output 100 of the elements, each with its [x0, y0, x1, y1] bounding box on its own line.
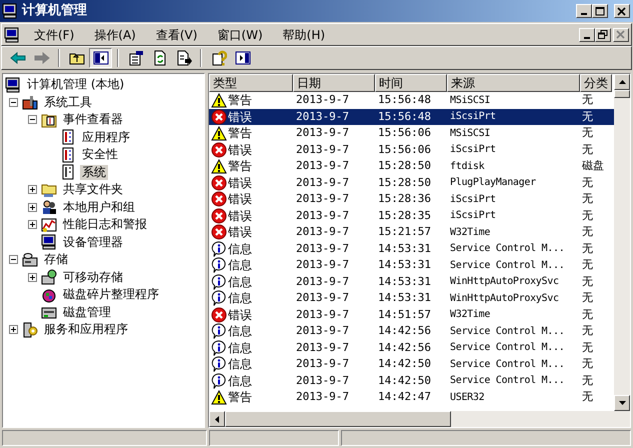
event-date: 2013-9-7 [295, 142, 350, 158]
tree-item[interactable]: 磁盘碎片整理程序 [61, 287, 161, 302]
event-type: 警告 [228, 389, 252, 406]
event-time: 14:42:56 [377, 323, 432, 339]
menu-item[interactable]: 帮助(H) [272, 26, 336, 44]
event-time: 15:28:36 [377, 191, 432, 207]
restore-button[interactable] [595, 28, 611, 42]
error-icon [211, 174, 227, 191]
expand-toggle[interactable] [28, 202, 37, 212]
event-row[interactable]: 错误 2013-9-7 15:21:57 W32Time 无 [209, 224, 614, 240]
event-date: 2013-9-7 [295, 125, 350, 141]
event-row[interactable]: 错误 2013-9-7 15:56:06 iScsiPrt 无 [209, 142, 614, 158]
toolbar-button[interactable] [89, 48, 112, 68]
event-row[interactable]: 信息 2013-9-7 14:53:31 Service Control M... 无 [209, 240, 614, 257]
event-date: 2013-9-7 [295, 92, 350, 108]
error-icon [211, 208, 227, 224]
expand-toggle[interactable] [9, 255, 18, 264]
tree-item[interactable]: 共享文件夹 [61, 182, 125, 198]
forward-arrow-icon [34, 52, 50, 64]
minimize-button[interactable] [579, 28, 595, 42]
event-row[interactable]: 信息 2013-9-7 14:53:31 WinHttpAutoProxySvc 无 [209, 274, 614, 290]
event-type: 错误 [228, 191, 252, 208]
event-category: 无 [581, 274, 594, 290]
event-row[interactable]: 信息 2013-9-7 14:42:50 Service Control M... 无 [209, 372, 614, 389]
event-row[interactable]: 错误 2013-9-7 14:51:57 W32Time 无 [209, 306, 614, 323]
event-source: Service Control M... [449, 258, 566, 273]
event-date: 2013-9-7 [295, 356, 350, 372]
event-row[interactable]: 警告 2013-9-7 15:56:06 MSiSCSI 无 [209, 125, 614, 142]
tree-item[interactable]: 性能日志和警报 [61, 217, 149, 232]
event-type: 错误 [228, 174, 252, 192]
tree-item[interactable]: 事件查看器 [61, 112, 125, 128]
shared-folder-icon [41, 182, 57, 198]
server-gear-icon [22, 322, 38, 338]
event-type: 信息 [228, 340, 252, 357]
scroll-down-icon [618, 401, 626, 405]
column-header[interactable]: 时间 [375, 74, 447, 92]
tree-item[interactable]: 存储 [42, 252, 70, 268]
column-header[interactable]: 来源 [447, 74, 580, 92]
tree-item[interactable]: 安全性 [80, 147, 120, 162]
scroll-thumb[interactable] [614, 90, 630, 98]
event-time: 15:56:06 [377, 125, 432, 141]
menu-item[interactable]: 查看(V) [146, 26, 208, 44]
menu-item[interactable]: 操作(A) [84, 26, 146, 44]
log-file-icon [60, 146, 76, 163]
event-date: 2013-9-7 [295, 340, 350, 356]
event-row[interactable]: 信息 2013-9-7 14:42:56 Service Control M... 无 [209, 323, 614, 340]
minimize-button[interactable] [576, 4, 592, 18]
event-row[interactable]: 警告 2013-9-7 15:28:50 ftdisk 磁盘 [209, 158, 614, 174]
tree-item[interactable]: 本地用户和组 [61, 200, 137, 215]
event-category: 无 [581, 108, 594, 124]
event-type: 警告 [228, 92, 252, 110]
tree-item[interactable]: 计算机管理 (本地) [25, 77, 126, 92]
maximize-button[interactable] [592, 4, 608, 18]
event-row[interactable]: 信息 2013-9-7 14:53:31 WinHttpAutoProxySvc 无 [209, 290, 614, 306]
horizontal-scrollbar[interactable] [209, 411, 630, 427]
tree-item[interactable]: 设备管理器 [61, 234, 125, 250]
tree-item[interactable]: 服务和应用程序 [42, 322, 130, 338]
close-button[interactable] [614, 4, 630, 18]
expand-toggle[interactable] [9, 98, 18, 107]
expand-toggle[interactable] [9, 325, 18, 334]
event-source: W32Time [449, 308, 492, 322]
event-row[interactable]: 警告 2013-9-7 14:42:47 USER32 无 [209, 389, 614, 406]
tree-item[interactable]: 磁盘管理 [61, 304, 113, 320]
window-title: 计算机管理 [22, 2, 88, 20]
column-header[interactable]: 日期 [293, 74, 375, 92]
event-row[interactable]: 错误 2013-9-7 15:28:35 iScsiPrt 无 [209, 208, 614, 224]
tree-item[interactable]: 系统 [80, 164, 108, 180]
column-header[interactable]: 分类 [580, 74, 612, 92]
event-row[interactable]: 错误 2013-9-7 15:28:36 iScsiPrt 无 [209, 191, 614, 208]
event-row[interactable]: 信息 2013-9-7 14:53:31 Service Control M... 无 [209, 257, 614, 274]
vertical-scrollbar[interactable] [614, 74, 630, 411]
event-row[interactable]: 信息 2013-9-7 14:42:50 Service Control M... 无 [209, 356, 614, 372]
removable-storage-icon [41, 269, 57, 286]
tree-item[interactable]: 可移动存储 [61, 270, 125, 285]
expand-toggle[interactable] [28, 272, 37, 282]
log-viewer-icon [41, 112, 57, 128]
tree-item[interactable]: 应用程序 [80, 130, 132, 145]
expand-toggle[interactable] [28, 185, 37, 194]
expand-toggle[interactable] [28, 220, 37, 230]
event-source: iScsiPrt [449, 209, 497, 224]
info-icon [211, 372, 227, 389]
event-time: 14:53:31 [377, 240, 432, 256]
error-icon [211, 306, 227, 323]
event-row[interactable]: 错误 2013-9-7 15:56:48 iScsiPrt 无 [209, 108, 614, 125]
event-category: 无 [581, 340, 594, 356]
event-category: 无 [581, 125, 594, 141]
expand-toggle[interactable] [28, 115, 37, 124]
event-date: 2013-9-7 [295, 372, 350, 388]
menu-item[interactable]: 窗口(W) [207, 26, 273, 44]
scroll-thumb[interactable] [225, 411, 451, 427]
event-row[interactable]: 信息 2013-9-7 14:42:56 Service Control M... 无 [209, 340, 614, 356]
refresh-icon [152, 50, 168, 66]
column-header[interactable]: 类型 [209, 74, 293, 92]
event-row[interactable]: 错误 2013-9-7 15:28:50 PlugPlayManager 无 [209, 174, 614, 191]
computer-icon [4, 26, 20, 42]
event-time: 14:42:56 [377, 340, 432, 356]
event-row[interactable]: 警告 2013-9-7 15:56:48 MSiSCSI 无 [209, 92, 614, 108]
menu-item[interactable]: 文件(F) [24, 26, 84, 44]
tree-item[interactable]: 系统工具 [42, 94, 94, 110]
close-button[interactable] [613, 28, 629, 42]
